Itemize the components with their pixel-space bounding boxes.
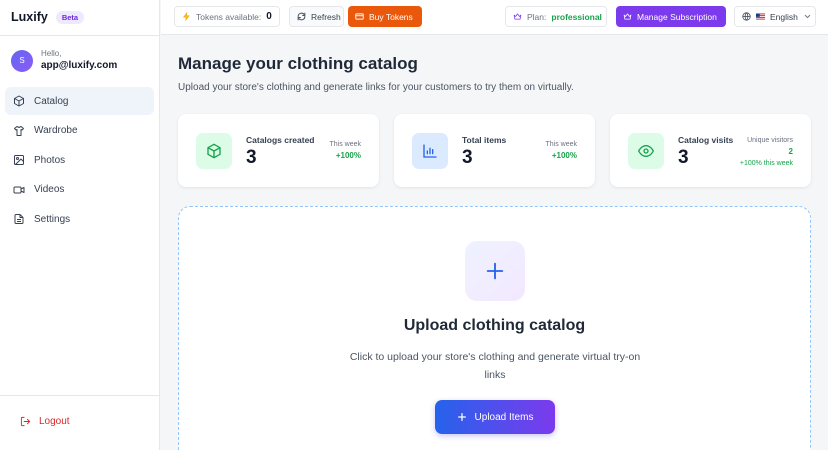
upload-items-button[interactable]: Upload Items [435,400,555,434]
video-icon [13,186,25,193]
crown-icon [513,13,522,20]
refresh-button[interactable]: Refresh [289,6,344,27]
stat-card-catalogs: Catalogs created 3 This week +100% [178,114,379,187]
refresh-label: Refresh [311,11,341,22]
stat-card-visits: Catalog visits 3 Unique visitors 2 +100%… [610,114,811,187]
stat-value: 3 [246,147,257,168]
page-title: Manage your clothing catalog [178,54,418,73]
beta-badge: Beta [55,10,85,24]
sidebar-item-videos[interactable]: Videos [5,176,154,204]
stat-value: 3 [462,147,473,168]
logout-label: Logout [39,416,70,427]
plan-indicator: Plan: professional [505,6,607,27]
stat-period: This week [329,141,361,148]
icon-box [196,133,232,169]
globe-icon [742,12,751,21]
unique-visitors-value: 2 [788,147,793,156]
sidebar-item-label: Catalog [34,95,69,107]
tokens-value: 0 [266,11,272,22]
sidebar: Luxify Beta S Hello, app@luxify.com Cata… [0,0,160,450]
bar-chart-icon [423,144,437,158]
crown-icon [623,13,632,20]
upload-items-label: Upload Items [474,411,534,423]
user-profile: S Hello, app@luxify.com [11,49,117,72]
us-flag-icon [756,13,765,20]
manage-subscription-label: Manage Subscription [637,11,717,22]
brand-name: Luxify [11,10,48,24]
plan-label: Plan: [527,11,547,22]
plus-icon [457,413,466,421]
stat-card-items: Total items 3 This week +100% [394,114,595,187]
manage-subscription-button[interactable]: Manage Subscription [616,6,726,27]
box-icon [207,143,221,159]
language-label: English [770,11,798,22]
top-bar: Tokens available: 0 Refresh Buy Tokens P… [161,0,828,35]
brand: Luxify Beta [11,10,85,24]
stat-period: This week [545,141,577,148]
divider [0,395,160,396]
sidebar-item-label: Videos [34,184,65,195]
shirt-icon [14,125,24,136]
stat-label: Catalog visits [678,135,734,145]
icon-box [412,133,448,169]
buy-tokens-label: Buy Tokens [369,11,413,22]
upload-dropzone[interactable]: Upload clothing catalog Click to upload … [178,206,811,450]
stat-delta: +100% [335,151,361,160]
plus-icon [486,262,504,280]
stat-label: Catalogs created [246,135,315,145]
stat-value: 3 [678,147,689,168]
user-greeting: Hello, [41,49,62,58]
divider [0,35,160,36]
logout-icon [20,416,31,427]
icon-box [628,133,664,169]
upload-description: Click to upload your store's clothing an… [349,351,641,381]
buy-tokens-button[interactable]: Buy Tokens [348,6,422,27]
settings-icon [14,214,24,224]
stat-delta: +100% [551,151,577,160]
upload-title: Upload clothing catalog [403,317,586,334]
chevron-down-icon [804,14,811,19]
sidebar-item-label: Wardrobe [34,125,78,136]
sidebar-item-photos[interactable]: Photos [5,146,154,174]
box-icon [14,95,24,107]
lightning-icon [182,12,190,21]
upload-icon-box [465,241,525,301]
sidebar-item-label: Settings [34,213,71,225]
image-icon [14,155,24,165]
avatar: S [11,49,33,72]
page-subtitle: Upload your store's clothing and generat… [178,82,574,93]
tokens-indicator: Tokens available: 0 [174,6,280,27]
sidebar-nav: Catalog Wardrobe Photos Videos Settings [5,87,154,235]
sidebar-item-settings[interactable]: Settings [5,205,154,233]
stat-delta: +100% this week [739,160,793,167]
tokens-label: Tokens available: [196,11,262,22]
plan-value: professional [551,11,602,22]
sidebar-item-label: Photos [34,154,66,166]
credit-card-icon [355,13,364,20]
stat-label: Total items [462,135,507,145]
user-email: app@luxify.com [41,60,118,71]
eye-icon [638,144,654,158]
refresh-icon [297,12,306,21]
language-selector[interactable]: English [734,6,816,27]
sidebar-item-wardrobe[interactable]: Wardrobe [5,117,154,145]
sidebar-item-catalog[interactable]: Catalog [5,87,154,115]
stat-period: Unique visitors [747,137,793,144]
logout-button[interactable]: Logout [20,416,70,427]
